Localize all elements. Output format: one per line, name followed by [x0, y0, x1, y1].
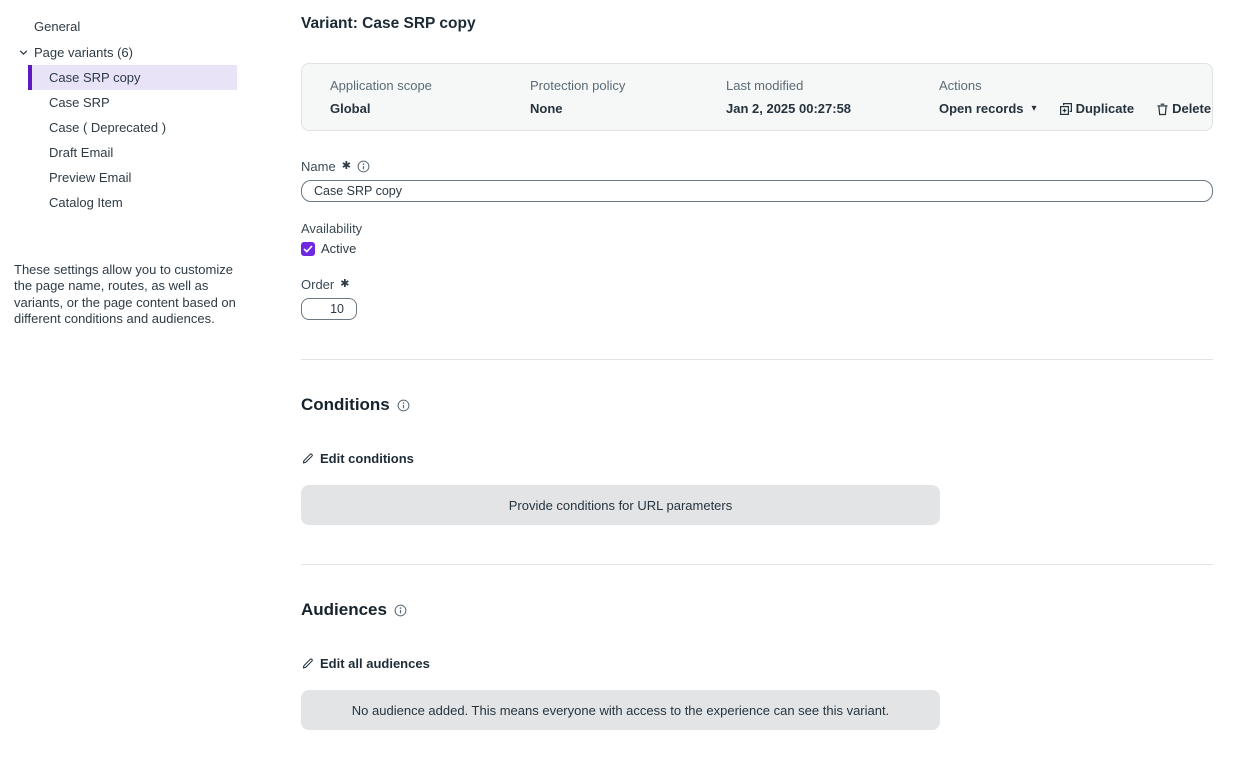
delete-button[interactable]: Delete — [1156, 101, 1211, 116]
sidebar-item-label: Draft Email — [49, 145, 113, 160]
duplicate-icon — [1059, 102, 1073, 116]
required-asterisk-icon: ✱ — [340, 279, 349, 290]
sidebar-item-preview-email[interactable]: Preview Email — [28, 165, 237, 190]
edit-all-audiences-label: Edit all audiences — [320, 656, 430, 671]
page-title: Variant: Case SRP copy — [301, 15, 1213, 33]
availability-group: Availability Active — [301, 221, 1213, 256]
sidebar-item-case-srp-copy[interactable]: Case SRP copy — [28, 65, 237, 90]
conditions-heading: Conditions — [301, 395, 390, 415]
order-input[interactable] — [301, 298, 357, 320]
summary-value: None — [530, 101, 726, 116]
info-icon[interactable] — [394, 604, 407, 617]
trash-icon — [1156, 102, 1169, 116]
duplicate-button[interactable]: Duplicate — [1059, 101, 1135, 116]
summary-protection-policy: Protection policy None — [530, 78, 726, 116]
edit-all-audiences-button[interactable]: Edit all audiences — [301, 656, 430, 671]
audiences-heading: Audiences — [301, 600, 387, 620]
order-field-label: Order — [301, 277, 334, 292]
sidebar-item-label: Case SRP copy — [49, 70, 141, 85]
sidebar: General Page variants (6) Case SRP copy … — [0, 0, 260, 758]
page: General Page variants (6) Case SRP copy … — [0, 0, 1260, 758]
sidebar-item-label: Case ( Deprecated ) — [49, 120, 166, 135]
active-checkbox[interactable] — [301, 242, 315, 256]
summary-actions: Actions Open records ▾ — [939, 78, 1212, 116]
summary-application-scope: Application scope Global — [330, 78, 530, 116]
name-field-label: Name — [301, 159, 336, 174]
pencil-icon — [301, 452, 314, 465]
sidebar-item-label: Case SRP — [49, 95, 110, 110]
summary-label: Actions — [939, 78, 1212, 93]
sidebar-item-label: Preview Email — [49, 170, 131, 185]
name-field-group: Name ✱ — [301, 159, 1213, 202]
summary-value: Global — [330, 101, 530, 116]
summary-label: Protection policy — [530, 78, 726, 93]
sidebar-description: These settings allow you to customize th… — [14, 262, 236, 328]
summary-label: Application scope — [330, 78, 530, 93]
sidebar-item-label: General — [34, 19, 80, 34]
name-field-label-row: Name ✱ — [301, 159, 1213, 174]
audiences-empty-banner: No audience added. This means everyone w… — [301, 690, 940, 730]
sidebar-group-label: Page variants (6) — [34, 45, 133, 60]
sidebar-item-general[interactable]: General — [0, 13, 260, 39]
edit-conditions-label: Edit conditions — [320, 451, 414, 466]
pencil-icon — [301, 657, 314, 670]
order-field-group: Order ✱ — [301, 277, 1213, 320]
open-records-label: Open records — [939, 101, 1024, 116]
sidebar-item-case-deprecated[interactable]: Case ( Deprecated ) — [28, 115, 237, 140]
summary-value: Jan 2, 2025 00:27:58 — [726, 101, 939, 116]
sidebar-item-case-srp[interactable]: Case SRP — [28, 90, 237, 115]
section-divider — [301, 359, 1213, 360]
order-field-label-row: Order ✱ — [301, 277, 1213, 292]
caret-down-icon: ▾ — [1032, 103, 1037, 114]
edit-conditions-button[interactable]: Edit conditions — [301, 451, 414, 466]
delete-label: Delete — [1172, 101, 1211, 116]
audiences-heading-row: Audiences — [301, 600, 1213, 620]
open-records-dropdown[interactable]: Open records ▾ — [939, 101, 1037, 116]
duplicate-label: Duplicate — [1076, 101, 1135, 116]
info-icon[interactable] — [357, 160, 370, 173]
sidebar-group-page-variants[interactable]: Page variants (6) — [0, 39, 260, 65]
sidebar-item-draft-email[interactable]: Draft Email — [28, 140, 237, 165]
sidebar-item-label: Catalog Item — [49, 195, 123, 210]
required-asterisk-icon: ✱ — [342, 161, 351, 172]
sidebar-item-catalog-item[interactable]: Catalog Item — [28, 190, 237, 215]
chevron-down-icon — [18, 47, 29, 58]
record-summary-bar: Application scope Global Protection poli… — [301, 63, 1213, 131]
section-divider — [301, 564, 1213, 565]
name-input[interactable] — [301, 180, 1213, 202]
active-checkbox-label: Active — [321, 241, 356, 256]
main-content: Variant: Case SRP copy Application scope… — [301, 0, 1213, 758]
conditions-empty-banner: Provide conditions for URL parameters — [301, 485, 940, 525]
info-icon[interactable] — [397, 399, 410, 412]
summary-label: Last modified — [726, 78, 939, 93]
availability-label: Availability — [301, 221, 1213, 236]
summary-last-modified: Last modified Jan 2, 2025 00:27:58 — [726, 78, 939, 116]
conditions-heading-row: Conditions — [301, 395, 1213, 415]
